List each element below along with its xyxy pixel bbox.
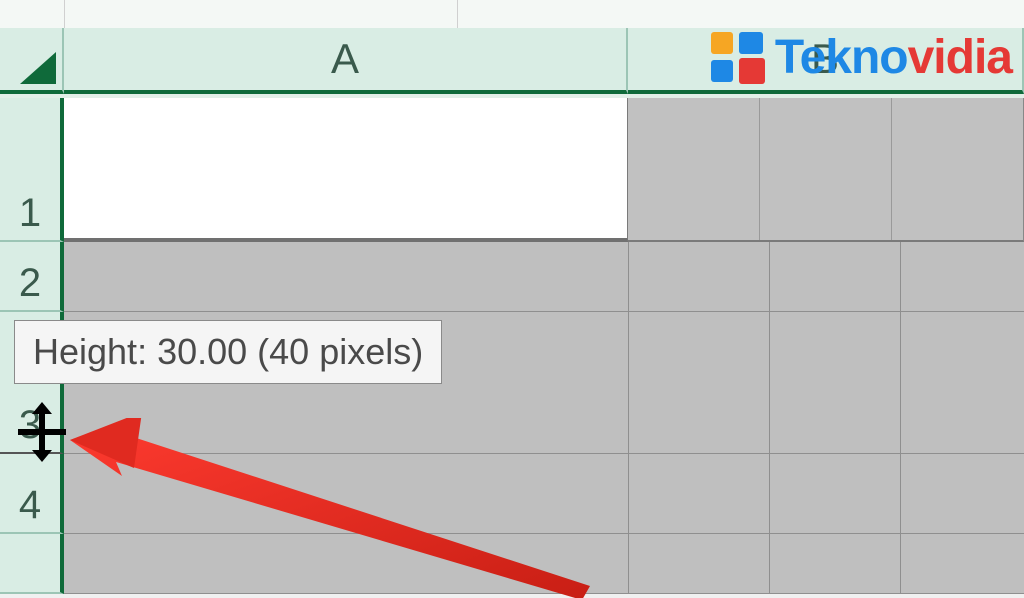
- watermark-icon: [711, 32, 769, 84]
- cells-row5[interactable]: [64, 534, 1024, 594]
- row-header-2[interactable]: 2: [0, 242, 64, 312]
- row-height-tooltip: Height: 30.00 (40 pixels): [14, 320, 442, 384]
- row-5: [0, 534, 1024, 594]
- row-1: 1: [0, 98, 1024, 242]
- cell-a1[interactable]: [64, 98, 628, 242]
- row-header-1[interactable]: 1: [0, 98, 64, 242]
- cells-row2[interactable]: [64, 242, 1024, 312]
- select-all-triangle[interactable]: [0, 28, 64, 94]
- watermark-logo: Teknovidia: [711, 30, 1012, 85]
- spreadsheet-view: A B 1 2 3: [0, 0, 1024, 576]
- column-header-a[interactable]: A: [64, 28, 628, 94]
- formula-bar-strip: [0, 0, 1024, 28]
- row-header-5[interactable]: [0, 534, 64, 594]
- row-4: 4: [0, 454, 1024, 534]
- row-header-4[interactable]: 4: [0, 454, 64, 534]
- row-2: 2: [0, 242, 1024, 312]
- watermark-text: Teknovidia: [775, 30, 1012, 85]
- cells-right-row1[interactable]: [628, 98, 1024, 242]
- cells-row4[interactable]: [64, 454, 1024, 534]
